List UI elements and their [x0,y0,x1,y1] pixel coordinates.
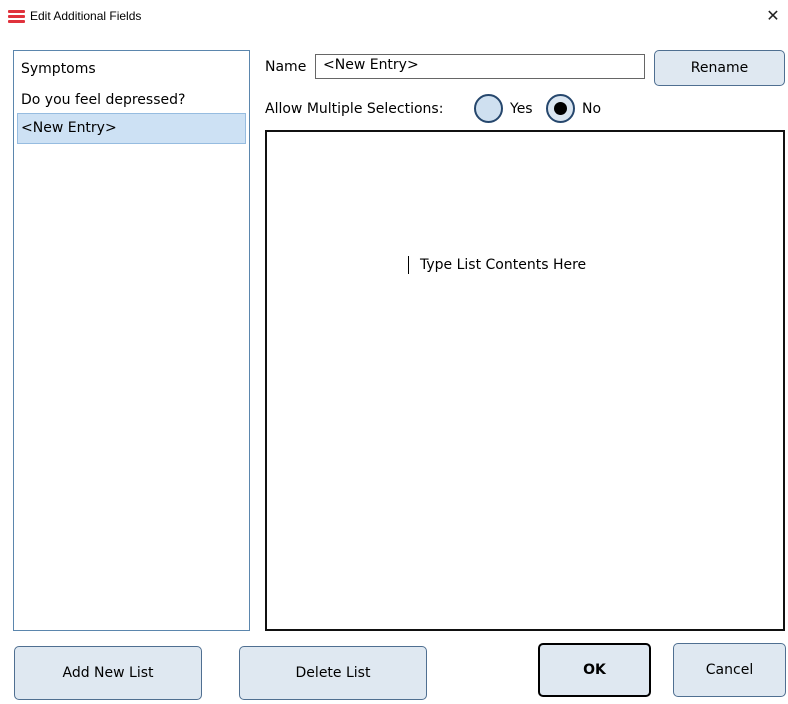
radio-yes[interactable] [474,94,503,123]
delete-list-button[interactable]: Delete List [239,646,427,700]
list-item-new-entry[interactable]: <New Entry> [17,113,246,144]
rename-button[interactable]: Rename [654,50,785,86]
add-new-list-button[interactable]: Add New List [14,646,202,700]
close-button[interactable]: ✕ [762,5,784,27]
radio-checked-dot [554,102,567,115]
cancel-button[interactable]: Cancel [673,643,786,697]
app-icon [8,10,25,23]
radio-yes-label: Yes [510,101,533,117]
window-title: Edit Additional Fields [30,9,142,23]
allow-multiple-label: Allow Multiple Selections: [265,101,444,117]
text-caret [408,256,409,274]
ok-button[interactable]: OK [538,643,651,697]
title-bar: Edit Additional Fields ✕ [0,0,788,34]
list-item-symptoms[interactable]: Symptoms [14,51,249,82]
name-input[interactable]: <New Entry> [315,54,645,79]
radio-no[interactable] [546,94,575,123]
radio-no-label: No [582,101,602,117]
list-contents-textarea[interactable]: Type List Contents Here [265,130,785,631]
list-item-depressed[interactable]: Do you feel depressed? [14,82,249,113]
fields-list[interactable]: Symptoms Do you feel depressed? <New Ent… [13,50,250,631]
name-label: Name [265,59,307,75]
list-contents-placeholder: Type List Contents Here [420,257,587,273]
